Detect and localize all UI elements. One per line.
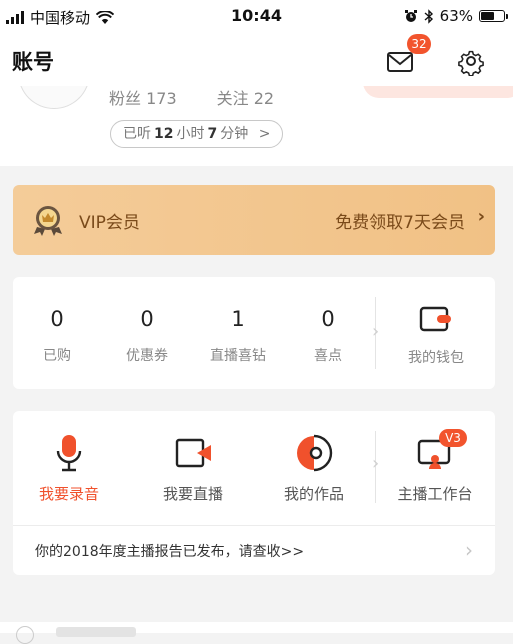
- listen-hours: 12: [154, 126, 174, 142]
- asset-label: 优惠券: [126, 348, 168, 364]
- asset-coupons[interactable]: 0 优惠券: [102, 307, 192, 365]
- wallet-icon[interactable]: [419, 306, 453, 332]
- battery-percent: 63%: [439, 7, 473, 25]
- following-count[interactable]: 关注 22: [217, 86, 274, 109]
- gear-icon[interactable]: [456, 46, 486, 76]
- list-item-label-placeholder: [56, 627, 136, 637]
- asset-live-diamonds[interactable]: 1 直播喜钻: [193, 307, 283, 365]
- listen-minutes-unit: 分钟: [220, 126, 249, 142]
- level-badge: V3: [439, 429, 467, 447]
- vip-banner[interactable]: VIP会员 免费领取7天会员 ›: [13, 185, 495, 255]
- alarm-icon: [404, 10, 417, 22]
- asset-value: 0: [321, 307, 335, 331]
- chevron-right-icon: ›: [372, 453, 380, 474]
- live-camera-icon: [175, 438, 211, 468]
- profile-stats: 粉丝 173 关注 22: [109, 86, 274, 109]
- listen-prefix: 已听: [123, 126, 151, 142]
- record-button[interactable]: 我要录音: [21, 433, 117, 504]
- mail-badge: 32: [407, 34, 431, 54]
- next-list-item[interactable]: [0, 622, 513, 644]
- profile-banner[interactable]: [363, 86, 513, 98]
- asset-value: 1: [231, 307, 245, 331]
- asset-purchased[interactable]: 0 已购: [12, 307, 102, 365]
- music-disc-icon: [297, 434, 333, 472]
- status-right: 63%: [404, 7, 508, 25]
- vip-free-trial-link[interactable]: 免费领取7天会员: [335, 208, 465, 233]
- tool-label: 主播工作台: [397, 485, 473, 503]
- page-title: 账号: [12, 50, 54, 74]
- report-text: 你的2018年度主播报告已发布，请查收>>: [35, 544, 305, 560]
- listen-hours-unit: 小时: [176, 126, 205, 142]
- microphone-icon: [56, 435, 82, 472]
- asset-label: 直播喜钻: [210, 348, 266, 364]
- list-item-icon: [16, 626, 34, 644]
- battery-fill: [481, 12, 494, 20]
- listen-time-pill[interactable]: 已听 12 小时 7 分钟 >: [110, 120, 284, 148]
- nav-bar: 账号 32: [0, 34, 513, 86]
- tool-label: 我要录音: [38, 485, 99, 503]
- listen-minutes: 7: [207, 126, 218, 142]
- creator-tools-card: 我要录音 我要直播 我的作品 › V3 主播工作台 你的2018年度主播报告已发…: [13, 411, 495, 575]
- chevron-right-icon: >: [258, 126, 271, 142]
- chevron-right-icon: ›: [372, 321, 380, 342]
- vip-crown-icon: [34, 206, 62, 236]
- chevron-right-icon: ›: [477, 206, 485, 227]
- avatar[interactable]: [18, 86, 90, 109]
- battery-icon: [479, 10, 508, 22]
- asset-value: 0: [140, 307, 154, 331]
- annual-report-banner[interactable]: 你的2018年度主播报告已发布，请查收>> ›: [13, 525, 495, 576]
- assets-card: 0 已购 0 优惠券 1 直播喜钻 0 喜点 › 我的钱包: [13, 277, 495, 389]
- status-bar: 中国移动 10:44 63%: [0, 0, 513, 34]
- studio-button[interactable]: V3 主播工作台: [387, 429, 483, 504]
- go-live-button[interactable]: 我要直播: [145, 433, 241, 504]
- chevron-right-icon: ›: [465, 538, 473, 562]
- my-works-button[interactable]: 我的作品: [266, 433, 362, 504]
- wallet-label[interactable]: 我的钱包: [397, 347, 475, 367]
- asset-xi-points[interactable]: 0 喜点: [283, 307, 373, 365]
- tool-label: 我的作品: [283, 485, 344, 503]
- vip-label: VIP会员: [79, 213, 140, 233]
- tool-label: 我要直播: [162, 485, 223, 503]
- asset-value: 0: [50, 307, 64, 331]
- asset-label: 已购: [43, 348, 71, 364]
- asset-label: 喜点: [314, 348, 342, 364]
- bluetooth-icon: [424, 8, 433, 24]
- fans-count[interactable]: 粉丝 173: [109, 86, 177, 109]
- profile-section: 粉丝 173 关注 22 已听 12 小时 7 分钟 >: [0, 86, 513, 166]
